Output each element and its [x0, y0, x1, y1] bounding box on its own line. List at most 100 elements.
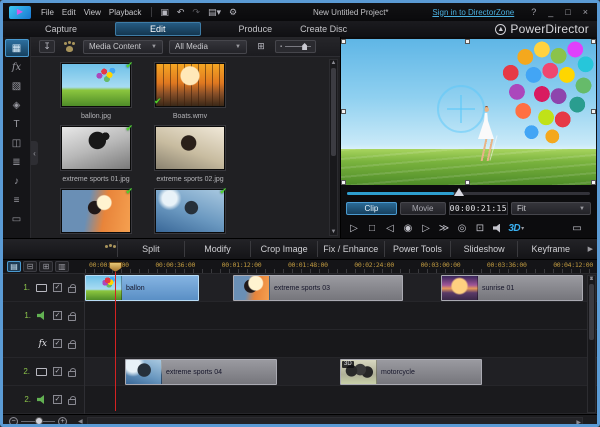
track-lane-audio[interactable] — [85, 386, 597, 414]
selection-handle[interactable] — [591, 39, 596, 44]
tab-capture[interactable]: Capture — [31, 23, 91, 35]
slideshow-view-button[interactable]: ⊞ — [39, 261, 53, 272]
tab-create-disc[interactable]: Create Disc — [286, 23, 361, 35]
scrollbar-thumb[interactable] — [589, 284, 594, 340]
save-project-icon[interactable]: ▣ — [158, 7, 171, 18]
scroll-down-icon[interactable]: ▼ — [588, 276, 595, 282]
power-tools-button[interactable]: Power Tools — [383, 241, 451, 257]
timeline-horizontal-scrollbar[interactable]: ◀ ▶ — [78, 416, 583, 425]
maximize-button[interactable]: □ — [562, 7, 573, 17]
track-lanes[interactable]: ballon extreme sports 03 sunrise 01 extreme… — [85, 274, 597, 414]
timeline-clip-extreme-sports-03[interactable]: extreme sports 03 — [233, 275, 403, 301]
library-scrollbar[interactable]: ▲ ▼ — [329, 59, 338, 236]
timeline-clip-ballon[interactable]: ballon — [85, 275, 199, 301]
scrollbar-thumb[interactable] — [331, 68, 336, 156]
tab-edit[interactable]: Edit — [115, 22, 201, 36]
slider-knob[interactable] — [302, 43, 308, 50]
fix-enhance-button[interactable]: Fix / Enhance — [316, 241, 384, 257]
filter-dropdown[interactable]: All Media ▼ — [169, 39, 247, 54]
track-manager-button[interactable]: ▥ — [55, 261, 69, 272]
track-lock-icon[interactable] — [68, 311, 76, 321]
track-lock-icon[interactable] — [68, 395, 76, 405]
movie-mode-button[interactable]: Movie — [399, 202, 446, 215]
track-enable-checkbox[interactable]: ✓ — [53, 367, 62, 376]
storyboard-view-button[interactable]: ⊟ — [23, 261, 37, 272]
track-lane-audio[interactable] — [85, 302, 597, 330]
category-dropdown[interactable]: Media Content ▼ — [83, 39, 163, 54]
zoom-in-button[interactable]: + — [58, 416, 67, 424]
next-frame-button[interactable]: ▷ — [418, 221, 434, 236]
subtitle-room-icon[interactable]: ▭ — [5, 210, 29, 228]
track-enable-checkbox[interactable]: ✓ — [53, 283, 62, 292]
import-media-button[interactable]: ↧ — [39, 40, 55, 53]
zoom-fit-dropdown[interactable]: Fit ▼ — [511, 202, 591, 215]
undo-icon[interactable]: ↶ — [175, 7, 187, 18]
screen-layout-icon[interactable]: ▤▾ — [206, 7, 223, 18]
title-room-icon[interactable]: T — [5, 115, 29, 133]
timeline-clip-extreme-sports-04[interactable]: extreme sports 04 — [125, 359, 277, 385]
track-lane-fx[interactable] — [85, 330, 597, 358]
effect-room-icon[interactable]: fx — [5, 58, 29, 76]
selection-handle[interactable] — [341, 180, 346, 185]
timeline-vertical-scrollbar[interactable]: ▲ ▼ — [587, 275, 596, 413]
scroll-up-icon[interactable]: ▲ — [330, 60, 337, 66]
slideshow-button[interactable]: Slideshow — [450, 241, 517, 257]
selection-handle[interactable] — [591, 109, 596, 114]
track-lock-icon[interactable] — [68, 339, 76, 349]
signin-directorzone-link[interactable]: Sign in to DirectorZone — [432, 8, 514, 17]
media-thumbnail-es01[interactable]: ✔ — [61, 124, 133, 170]
scroll-left-icon[interactable]: ◀ — [78, 418, 83, 425]
scroll-right-icon[interactable]: ▶ — [576, 419, 581, 425]
selection-handle[interactable] — [341, 109, 346, 114]
timeline-clip-sunrise-01[interactable]: sunrise 01 — [441, 275, 583, 301]
stop-button[interactable]: □ — [364, 221, 380, 236]
timeline-ruler[interactable]: ▤ ⊟ ⊞ ▥ 00:00:00:00 00:00:36:00 00:01:12:00 00… — [3, 260, 597, 274]
media-item[interactable]: ✔ extreme sports 01.jpg — [50, 124, 142, 185]
fast-forward-button[interactable]: ≫ — [436, 221, 452, 236]
media-item[interactable]: extreme sports 02.jpg — [144, 126, 236, 185]
previous-frame-button[interactable]: ◁ — [382, 221, 398, 236]
audio-mixing-room-icon[interactable]: ≣ — [5, 153, 29, 171]
split-button[interactable]: Split — [117, 241, 184, 257]
minimize-button[interactable]: _ — [545, 7, 556, 17]
scroll-down-icon[interactable]: ▼ — [330, 229, 337, 235]
track-enable-checkbox[interactable]: ✓ — [53, 311, 62, 320]
media-thumbnail-boats[interactable]: ✔ — [154, 63, 225, 107]
modify-button[interactable]: Modify — [183, 241, 251, 257]
grid-view-icon[interactable]: ⊞ — [253, 40, 269, 53]
timecode-display[interactable]: 00:00:21:15 — [448, 202, 508, 215]
menu-view[interactable]: View — [80, 8, 105, 17]
media-room-icon[interactable]: ▦ — [4, 39, 29, 57]
dual-preview-button[interactable]: ▭ — [569, 221, 585, 236]
menu-playback[interactable]: Playback — [105, 8, 145, 17]
track-enable-checkbox[interactable]: ✓ — [53, 339, 62, 348]
selection-handle[interactable] — [465, 39, 470, 44]
media-item[interactable]: ✔ Boats.wmv — [144, 63, 236, 122]
zoom-slider-knob[interactable] — [35, 416, 43, 424]
zoom-out-button[interactable]: − — [9, 416, 18, 424]
close-button[interactable]: × — [580, 7, 591, 17]
tab-produce[interactable]: Produce — [225, 23, 287, 35]
seek-bar[interactable] — [341, 187, 596, 199]
media-thumbnail-es04[interactable]: ✔ — [155, 187, 227, 233]
directorzone-paw-icon[interactable] — [61, 40, 77, 53]
ruler-scale[interactable]: 00:00:00:00 00:00:36:00 00:01:12:00 00:01:4… — [85, 260, 597, 273]
media-thumbnail-es02[interactable] — [155, 126, 225, 170]
media-thumbnail-es03[interactable]: ✔ — [61, 187, 133, 233]
track-enable-checkbox[interactable]: ✓ — [53, 395, 62, 404]
thumbnail-size-slider[interactable]: ▪ — [275, 40, 317, 53]
play-button[interactable]: ▷ — [346, 221, 362, 236]
timeline-clip-motorcycle[interactable]: 3D motorcycle — [340, 359, 482, 385]
keyframe-button[interactable]: Keyframe — [516, 241, 584, 257]
preview-stage[interactable] — [341, 39, 596, 185]
clip-mode-button[interactable]: Clip — [346, 202, 397, 215]
snapshot-button[interactable]: ◎ — [454, 221, 470, 236]
toolbar-overflow-icon[interactable]: ▶ — [588, 245, 593, 253]
timeline-view-button[interactable]: ▤ — [7, 261, 21, 272]
selection-handle[interactable] — [591, 180, 596, 185]
particle-room-icon[interactable]: ◈ — [5, 96, 29, 114]
redo-icon[interactable]: ↷ — [190, 7, 202, 18]
3d-button[interactable]: 3D ▾ — [508, 221, 524, 236]
voiceover-room-icon[interactable]: ♪ — [5, 172, 29, 190]
menu-file[interactable]: File — [37, 8, 58, 17]
